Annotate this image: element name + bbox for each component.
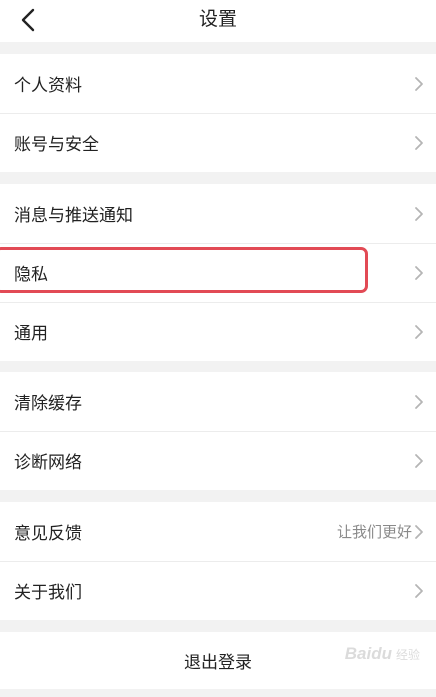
settings-item-profile[interactable]: 个人资料	[0, 54, 436, 113]
settings-item-label: 个人资料	[14, 76, 82, 96]
chevron-right-icon	[415, 583, 423, 598]
settings-group-general: 消息与推送通知 隐私 通用	[0, 184, 436, 361]
feedback-hint: 让我们更好	[336, 523, 412, 541]
settings-item-privacy[interactable]: 隐私	[0, 243, 436, 302]
settings-item-label: 诊断网络	[14, 453, 82, 473]
settings-item-feedback[interactable]: 意见反馈 让我们更好	[0, 502, 436, 561]
settings-item-label: 隐私	[14, 265, 48, 285]
settings-item-label: 意见反馈	[14, 524, 82, 544]
settings-item-label: 清除缓存	[14, 394, 82, 414]
header-bar: 设置	[0, 0, 436, 42]
settings-item-account-security[interactable]: 账号与安全	[0, 113, 436, 172]
chevron-right-icon	[415, 135, 423, 150]
settings-item-label: 关于我们	[14, 583, 82, 603]
page-title: 设置	[198, 8, 237, 30]
chevron-right-icon	[415, 524, 423, 539]
chevron-right-icon	[415, 453, 423, 468]
settings-item-general[interactable]: 通用	[0, 302, 436, 361]
settings-item-network-diagnosis[interactable]: 诊断网络	[0, 431, 436, 490]
settings-group-account: 个人资料 账号与安全	[0, 54, 436, 172]
settings-group-tools: 清除缓存 诊断网络	[0, 372, 436, 490]
chevron-right-icon	[415, 206, 423, 221]
settings-item-clear-cache[interactable]: 清除缓存	[0, 372, 436, 431]
chevron-right-icon	[415, 324, 423, 339]
settings-item-about-us[interactable]: 关于我们	[0, 561, 436, 620]
logout-button[interactable]: 退出登录	[0, 632, 436, 689]
settings-item-notifications[interactable]: 消息与推送通知	[0, 184, 436, 243]
chevron-right-icon	[415, 265, 423, 280]
logout-label: 退出登录	[184, 653, 252, 673]
settings-group-about: 意见反馈 让我们更好 关于我们	[0, 502, 436, 620]
settings-item-label: 通用	[14, 324, 48, 344]
settings-item-label: 消息与推送通知	[14, 206, 133, 226]
chevron-right-icon	[415, 394, 423, 409]
chevron-right-icon	[415, 76, 423, 91]
settings-item-label: 账号与安全	[14, 135, 99, 155]
